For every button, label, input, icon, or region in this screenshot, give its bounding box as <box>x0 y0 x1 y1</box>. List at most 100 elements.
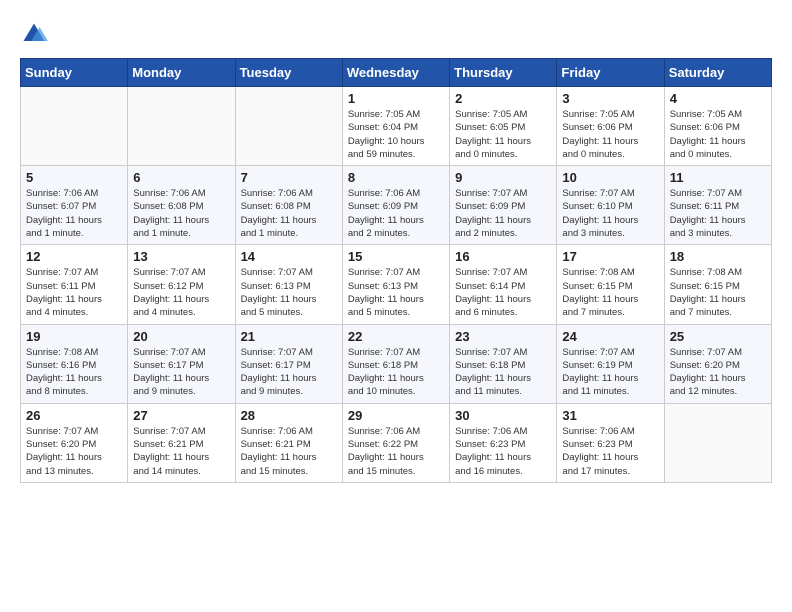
calendar-cell <box>664 403 771 482</box>
calendar-cell: 6 Sunrise: 7:06 AM Sunset: 6:08 PM Daylig… <box>128 166 235 245</box>
day-number: 17 <box>562 249 658 264</box>
week-row-4: 19 Sunrise: 7:08 AM Sunset: 6:16 PM Dayli… <box>21 324 772 403</box>
day-info: Sunrise: 7:07 AM Sunset: 6:17 PM Dayligh… <box>133 346 229 399</box>
day-number: 19 <box>26 329 122 344</box>
day-number: 14 <box>241 249 337 264</box>
day-number: 13 <box>133 249 229 264</box>
day-number: 7 <box>241 170 337 185</box>
day-info: Sunrise: 7:07 AM Sunset: 6:17 PM Dayligh… <box>241 346 337 399</box>
day-number: 25 <box>670 329 766 344</box>
calendar-cell: 23 Sunrise: 7:07 AM Sunset: 6:18 PM Dayli… <box>450 324 557 403</box>
day-header-thursday: Thursday <box>450 59 557 87</box>
calendar-cell: 3 Sunrise: 7:05 AM Sunset: 6:06 PM Daylig… <box>557 87 664 166</box>
day-info: Sunrise: 7:07 AM Sunset: 6:20 PM Dayligh… <box>670 346 766 399</box>
day-number: 4 <box>670 91 766 106</box>
day-info: Sunrise: 7:07 AM Sunset: 6:18 PM Dayligh… <box>455 346 551 399</box>
calendar-cell <box>128 87 235 166</box>
week-row-5: 26 Sunrise: 7:07 AM Sunset: 6:20 PM Dayli… <box>21 403 772 482</box>
day-number: 10 <box>562 170 658 185</box>
day-info: Sunrise: 7:06 AM Sunset: 6:09 PM Dayligh… <box>348 187 444 240</box>
calendar-cell: 7 Sunrise: 7:06 AM Sunset: 6:08 PM Daylig… <box>235 166 342 245</box>
day-number: 1 <box>348 91 444 106</box>
day-info: Sunrise: 7:07 AM Sunset: 6:19 PM Dayligh… <box>562 346 658 399</box>
calendar-cell: 1 Sunrise: 7:05 AM Sunset: 6:04 PM Daylig… <box>342 87 449 166</box>
week-row-1: 1 Sunrise: 7:05 AM Sunset: 6:04 PM Daylig… <box>21 87 772 166</box>
day-header-monday: Monday <box>128 59 235 87</box>
calendar-cell: 13 Sunrise: 7:07 AM Sunset: 6:12 PM Dayli… <box>128 245 235 324</box>
day-info: Sunrise: 7:05 AM Sunset: 6:06 PM Dayligh… <box>562 108 658 161</box>
day-info: Sunrise: 7:07 AM Sunset: 6:12 PM Dayligh… <box>133 266 229 319</box>
day-header-wednesday: Wednesday <box>342 59 449 87</box>
calendar-cell: 28Sunrise: 7:06 AM Sunset: 6:21 PM Dayli… <box>235 403 342 482</box>
calendar-cell: 30 Sunrise: 7:06 AM Sunset: 6:23 PM Dayli… <box>450 403 557 482</box>
day-info: Sunrise: 7:06 AM Sunset: 6:07 PM Dayligh… <box>26 187 122 240</box>
days-header-row: SundayMondayTuesdayWednesdayThursdayFrid… <box>21 59 772 87</box>
day-number: 26 <box>26 408 122 423</box>
calendar-cell: 25 Sunrise: 7:07 AM Sunset: 6:20 PM Dayli… <box>664 324 771 403</box>
day-info: Sunrise: 7:07 AM Sunset: 6:10 PM Dayligh… <box>562 187 658 240</box>
day-number: 18 <box>670 249 766 264</box>
calendar-cell: 15 Sunrise: 7:07 AM Sunset: 6:13 PM Dayli… <box>342 245 449 324</box>
calendar-cell: 20 Sunrise: 7:07 AM Sunset: 6:17 PM Dayli… <box>128 324 235 403</box>
calendar-cell: 11Sunrise: 7:07 AM Sunset: 6:11 PM Dayli… <box>664 166 771 245</box>
day-info: Sunrise: 7:08 AM Sunset: 6:16 PM Dayligh… <box>26 346 122 399</box>
week-row-2: 5 Sunrise: 7:06 AM Sunset: 6:07 PM Daylig… <box>21 166 772 245</box>
day-header-sunday: Sunday <box>21 59 128 87</box>
calendar-cell: 19 Sunrise: 7:08 AM Sunset: 6:16 PM Dayli… <box>21 324 128 403</box>
calendar-cell: 17 Sunrise: 7:08 AM Sunset: 6:15 PM Dayli… <box>557 245 664 324</box>
day-number: 5 <box>26 170 122 185</box>
day-info: Sunrise: 7:07 AM Sunset: 6:14 PM Dayligh… <box>455 266 551 319</box>
calendar-cell: 31Sunrise: 7:06 AM Sunset: 6:23 PM Dayli… <box>557 403 664 482</box>
day-info: Sunrise: 7:05 AM Sunset: 6:04 PM Dayligh… <box>348 108 444 161</box>
calendar-cell: 18 Sunrise: 7:08 AM Sunset: 6:15 PM Dayli… <box>664 245 771 324</box>
day-info: Sunrise: 7:08 AM Sunset: 6:15 PM Dayligh… <box>562 266 658 319</box>
day-number: 20 <box>133 329 229 344</box>
day-info: Sunrise: 7:06 AM Sunset: 6:21 PM Dayligh… <box>241 425 337 478</box>
logo <box>20 20 52 48</box>
day-info: Sunrise: 7:06 AM Sunset: 6:22 PM Dayligh… <box>348 425 444 478</box>
day-number: 24 <box>562 329 658 344</box>
day-info: Sunrise: 7:06 AM Sunset: 6:08 PM Dayligh… <box>241 187 337 240</box>
logo-icon <box>20 20 48 48</box>
calendar-cell: 2Sunrise: 7:05 AM Sunset: 6:05 PM Daylig… <box>450 87 557 166</box>
week-row-3: 12Sunrise: 7:07 AM Sunset: 6:11 PM Dayli… <box>21 245 772 324</box>
calendar-cell: 16 Sunrise: 7:07 AM Sunset: 6:14 PM Dayli… <box>450 245 557 324</box>
day-info: Sunrise: 7:07 AM Sunset: 6:18 PM Dayligh… <box>348 346 444 399</box>
day-number: 29 <box>348 408 444 423</box>
day-info: Sunrise: 7:07 AM Sunset: 6:13 PM Dayligh… <box>348 266 444 319</box>
calendar-cell <box>235 87 342 166</box>
day-info: Sunrise: 7:07 AM Sunset: 6:21 PM Dayligh… <box>133 425 229 478</box>
calendar-cell: 21Sunrise: 7:07 AM Sunset: 6:17 PM Dayli… <box>235 324 342 403</box>
day-number: 2 <box>455 91 551 106</box>
day-info: Sunrise: 7:06 AM Sunset: 6:23 PM Dayligh… <box>455 425 551 478</box>
day-number: 16 <box>455 249 551 264</box>
day-number: 6 <box>133 170 229 185</box>
calendar-cell: 29 Sunrise: 7:06 AM Sunset: 6:22 PM Dayli… <box>342 403 449 482</box>
page-header <box>20 20 772 48</box>
calendar-cell: 9 Sunrise: 7:07 AM Sunset: 6:09 PM Daylig… <box>450 166 557 245</box>
day-number: 3 <box>562 91 658 106</box>
calendar-cell: 12Sunrise: 7:07 AM Sunset: 6:11 PM Dayli… <box>21 245 128 324</box>
day-info: Sunrise: 7:06 AM Sunset: 6:08 PM Dayligh… <box>133 187 229 240</box>
calendar-cell: 4 Sunrise: 7:05 AM Sunset: 6:06 PM Daylig… <box>664 87 771 166</box>
calendar-cell: 26 Sunrise: 7:07 AM Sunset: 6:20 PM Dayli… <box>21 403 128 482</box>
day-info: Sunrise: 7:07 AM Sunset: 6:09 PM Dayligh… <box>455 187 551 240</box>
calendar-cell: 27 Sunrise: 7:07 AM Sunset: 6:21 PM Dayli… <box>128 403 235 482</box>
calendar-table: SundayMondayTuesdayWednesdayThursdayFrid… <box>20 58 772 483</box>
day-header-tuesday: Tuesday <box>235 59 342 87</box>
day-number: 30 <box>455 408 551 423</box>
day-info: Sunrise: 7:08 AM Sunset: 6:15 PM Dayligh… <box>670 266 766 319</box>
day-info: Sunrise: 7:07 AM Sunset: 6:13 PM Dayligh… <box>241 266 337 319</box>
calendar-cell: 24 Sunrise: 7:07 AM Sunset: 6:19 PM Dayli… <box>557 324 664 403</box>
calendar-cell: 14 Sunrise: 7:07 AM Sunset: 6:13 PM Dayli… <box>235 245 342 324</box>
day-header-saturday: Saturday <box>664 59 771 87</box>
day-number: 9 <box>455 170 551 185</box>
day-info: Sunrise: 7:05 AM Sunset: 6:06 PM Dayligh… <box>670 108 766 161</box>
calendar-cell: 8Sunrise: 7:06 AM Sunset: 6:09 PM Daylig… <box>342 166 449 245</box>
day-info: Sunrise: 7:07 AM Sunset: 6:20 PM Dayligh… <box>26 425 122 478</box>
day-number: 22 <box>348 329 444 344</box>
day-number: 27 <box>133 408 229 423</box>
calendar-cell: 5 Sunrise: 7:06 AM Sunset: 6:07 PM Daylig… <box>21 166 128 245</box>
day-number: 15 <box>348 249 444 264</box>
day-number: 23 <box>455 329 551 344</box>
